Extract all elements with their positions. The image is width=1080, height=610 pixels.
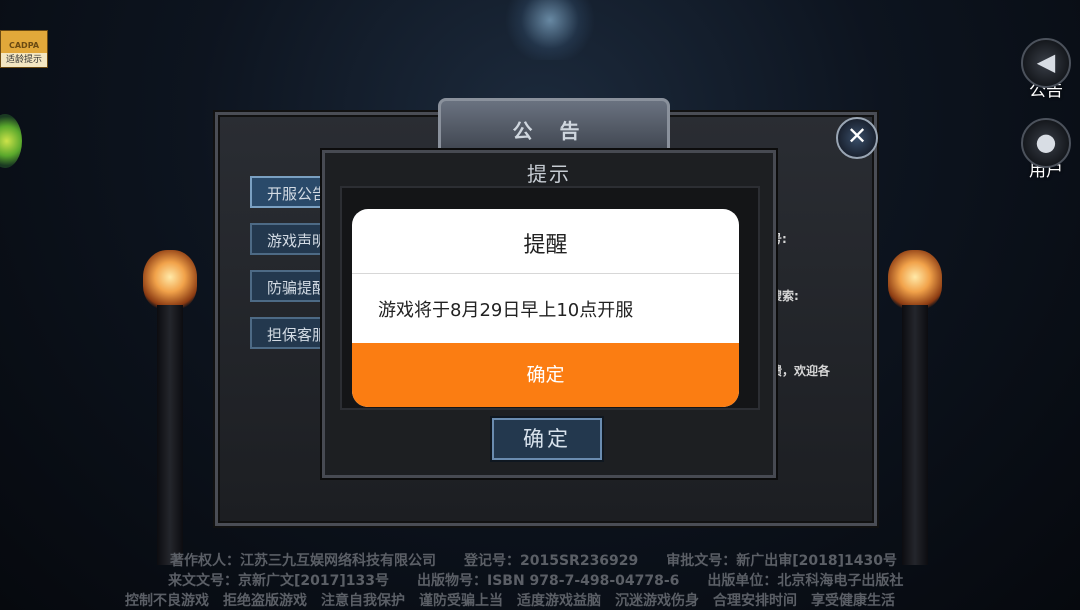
user-button[interactable]: ● 用户 (1018, 118, 1074, 181)
age-rating-badge: CADPA 适龄提示 (0, 30, 48, 68)
speaker-icon: ◀ (1021, 38, 1071, 88)
tab-game-statement[interactable]: 游戏声明 (250, 223, 328, 255)
tab-anti-fraud[interactable]: 防骗提醒 (250, 270, 328, 302)
age-rating-label: 适龄提示 (1, 53, 47, 67)
announce-button[interactable]: ◀ 公告 (1018, 38, 1074, 101)
ceiling-light (500, 0, 600, 60)
announcement-title: 公 告 (512, 119, 590, 143)
reminder-modal: 提醒 游戏将于8月29日早上10点开服 确定 (352, 209, 739, 407)
reminder-message: 游戏将于8月29日早上10点开服 (378, 300, 634, 321)
reminder-title: 提醒 (523, 233, 568, 258)
tip-ok-button[interactable]: 确定 (492, 418, 602, 460)
reminder-divider (352, 273, 739, 274)
user-icon: ● (1021, 118, 1071, 168)
copyright-footer: 著作权人：江苏三九互娱网络科技有限公司 登记号：2015SR236929 审批文… (0, 548, 1080, 610)
close-button[interactable]: ✕ (836, 117, 878, 159)
event-icon[interactable] (0, 114, 22, 168)
tab-server-open[interactable]: 开服公告 (250, 176, 328, 208)
reminder-confirm-button[interactable]: 确定 (352, 343, 739, 407)
tab-guarantee-service[interactable]: 担保客服 (250, 317, 328, 349)
right-torch (880, 250, 950, 565)
close-icon: ✕ (846, 122, 868, 150)
announcement-tabs: 开服公告 游戏声明 防骗提醒 担保客服 (250, 176, 330, 364)
footer-line-copyright: 著作权人：江苏三九互娱网络科技有限公司 登记号：2015SR236929 审批文… (170, 553, 897, 569)
left-torch (135, 250, 205, 565)
age-rating-mark: CADPA (8, 41, 40, 50)
footer-line-health-advice: 控制不良游戏 拒绝盗版游戏 注意自我保护 谨防受骗上当 适度游戏益脑 沉迷游戏伤… (125, 593, 895, 609)
content-fragment: 馈，欢迎各 (770, 364, 831, 378)
footer-line-publication: 来文文号：京新广文[2017]133号 出版物号：ISBN 978-7-498-… (168, 573, 904, 589)
tip-dialog-title: 提示 (527, 162, 571, 186)
